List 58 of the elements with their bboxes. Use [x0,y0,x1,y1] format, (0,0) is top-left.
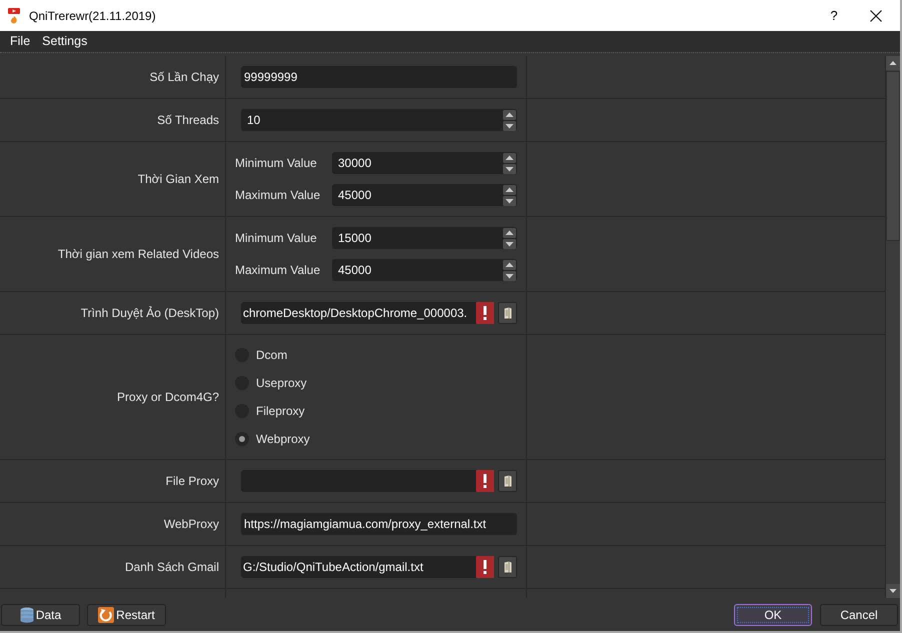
spin-box[interactable]: 30000 [332,152,517,174]
down-arrow-icon[interactable] [503,238,516,248]
field-label: Minimum Value [235,230,318,247]
window-title: QniTrerewr(21.11.2019) [29,8,156,24]
radio-icon[interactable] [235,432,249,446]
field-label: Danh Sách Gmail [124,559,219,576]
field-label: Proxy or Dcom4G? [116,389,219,406]
field-label: Maximum Value [235,187,322,204]
browse-button[interactable] [498,556,517,578]
close-icon [870,10,882,22]
menu-item[interactable]: File [4,32,36,51]
up-arrow-icon[interactable] [503,152,516,162]
text-field[interactable]: 99999999 [241,66,517,88]
down-arrow-icon[interactable] [503,164,516,174]
text-field[interactable]: https://magiamgiamua.com/proxy_external.txt [241,513,517,535]
up-arrow-icon[interactable] [503,260,516,270]
field-label: Thời gian xem Related Videos [58,246,219,263]
field-label: Số Lần Chạy [150,69,219,86]
field-label: Thời Gian Xem [138,171,219,188]
help-button[interactable]: ? [822,4,846,28]
scrollbar[interactable] [885,56,900,598]
database-icon [20,607,34,623]
logo-icon [8,8,20,24]
field-label: File Proxy [166,473,219,490]
file-icon [504,475,512,487]
radio-label: Webproxy [256,431,310,448]
spin-box[interactable]: 15000 [332,227,517,249]
scrollbar-thumb[interactable] [886,71,900,241]
spin-box[interactable]: 45000 [332,259,517,281]
restart-button[interactable]: Restart [87,604,166,626]
browse-button[interactable] [498,302,517,324]
radio-label: Useproxy [256,375,307,392]
path-field[interactable]: G:/Studio/QniTubeAction/gmail.txt [241,556,494,578]
data-button[interactable]: Data [1,604,80,626]
up-arrow-icon[interactable] [503,184,516,194]
down-arrow-icon[interactable] [503,120,516,130]
field-label: Minimum Value [235,155,318,172]
browse-button[interactable] [498,470,517,492]
menu-item[interactable]: Settings [36,32,94,51]
ok-button[interactable]: OK [734,604,812,626]
up-arrow-icon[interactable] [503,228,516,238]
field-label: WebProxy [164,516,219,533]
path-field[interactable] [241,470,494,492]
spin-box[interactable]: 10 [241,109,517,131]
down-arrow-icon[interactable] [503,270,516,280]
cancel-button[interactable]: Cancel [820,604,898,626]
radio-label: Fileproxy [256,403,305,420]
file-icon [504,561,512,573]
refresh-icon [98,607,114,623]
field-label: Số Threads [157,112,219,129]
file-icon [504,307,512,319]
spin-box[interactable]: 45000 [332,184,517,206]
radio-label: Dcom [256,347,288,364]
field-label: Maximum Value [235,262,322,279]
down-arrow-icon[interactable] [503,196,516,206]
path-field[interactable]: chromeDesktop/DesktopChrome_000003. [241,302,494,324]
field-label: Trình Duyệt Ảo (DeskTop) [80,305,219,322]
up-arrow-icon[interactable] [503,110,516,120]
